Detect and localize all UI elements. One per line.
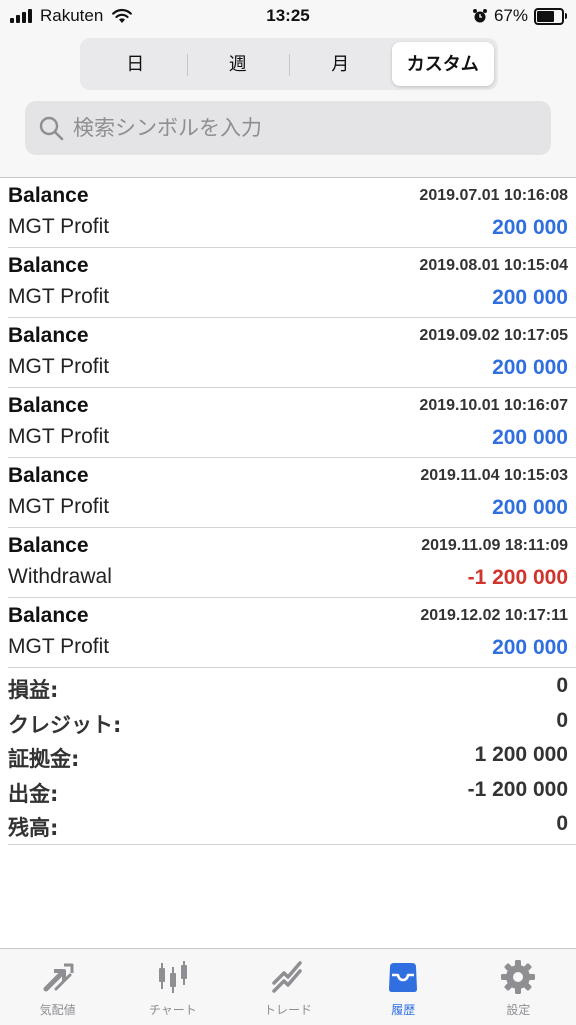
tab-trade[interactable]: トレード: [230, 949, 345, 1025]
gear-icon: [501, 960, 536, 994]
history-inbox-icon: [389, 963, 418, 992]
tab-label: 気配値: [39, 1003, 76, 1017]
deal-amount: 200 000: [492, 216, 568, 239]
summary-label: 損益:: [8, 678, 59, 702]
deal-type: Balance: [8, 324, 89, 347]
deal-type: Balance: [8, 534, 89, 557]
history-header: 日 週 月 カスタム: [0, 34, 576, 178]
period-tab-day[interactable]: 日: [84, 42, 187, 86]
quotes-arrows-icon: [43, 963, 74, 992]
deal-amount: 200 000: [492, 426, 568, 449]
summary-value: 0: [556, 674, 568, 697]
summary-value: -1 200 000: [467, 777, 568, 801]
tab-label: 履歴: [391, 1003, 416, 1017]
summary-value: 1 200 000: [474, 743, 568, 766]
period-tab-week[interactable]: 週: [186, 42, 290, 86]
history-summary: 損益: 0 クレジット: 0 証拠金: 1 200 000 出金: -1 200…: [8, 670, 576, 845]
deal-row[interactable]: Balance 2019.09.02 10:17:05 MGT Profit 2…: [8, 318, 576, 388]
summary-value: 0: [556, 708, 568, 732]
deal-time: 2019.10.01 10:16:07: [419, 397, 568, 414]
tab-quotes[interactable]: 気配値: [0, 949, 115, 1025]
tab-label: トレード: [264, 1003, 313, 1017]
deal-type: Balance: [8, 464, 89, 487]
deal-amount: -1 200 000: [467, 566, 568, 589]
summary-label: クレジット:: [8, 712, 122, 737]
deal-time: 2019.12.02 10:17:11: [420, 607, 568, 624]
trade-trend-icon: [272, 961, 302, 993]
battery-percentage: 67%: [493, 6, 528, 25]
deal-comment: MGT Profit: [8, 355, 110, 378]
battery-icon: [534, 7, 567, 25]
deal-row[interactable]: Balance 2019.11.09 18:11:09 Withdrawal -…: [8, 528, 576, 598]
deal-amount: 200 000: [492, 356, 568, 379]
summary-label: 証拠金:: [8, 747, 80, 771]
status-bar: Rakuten 13:25 67%: [0, 0, 576, 34]
tab-settings[interactable]: 設定: [461, 949, 576, 1025]
deal-amount: 200 000: [492, 636, 568, 659]
deal-comment: MGT Profit: [8, 425, 110, 448]
status-right: 67%: [472, 6, 567, 26]
deal-row[interactable]: Balance 2019.12.02 10:17:11 MGT Profit 2…: [8, 598, 576, 668]
deal-list: Balance 2019.07.01 10:16:08 MGT Profit 2…: [0, 178, 576, 668]
deal-time: 2019.09.02 10:17:05: [419, 327, 568, 344]
summary-row-balance: 残高: 0: [8, 808, 576, 843]
deal-comment: MGT Profit: [8, 285, 110, 308]
deal-comment: Withdrawal: [8, 565, 112, 588]
summary-row-credit: クレジット: 0: [8, 705, 576, 740]
tab-history[interactable]: 履歴: [346, 949, 461, 1025]
tab-chart[interactable]: チャート: [115, 949, 230, 1025]
deal-type: Balance: [8, 604, 89, 627]
deal-comment: MGT Profit: [8, 495, 110, 518]
deal-time: 2019.08.01 10:15:04: [419, 257, 568, 274]
summary-value: 0: [556, 812, 568, 835]
summary-row-profit: 損益: 0: [8, 670, 576, 705]
deal-time: 2019.07.01 10:16:08: [419, 187, 568, 204]
candlestick-chart-icon: [158, 961, 187, 993]
period-tab-month[interactable]: 月: [289, 42, 392, 86]
summary-label: 残高:: [8, 816, 59, 840]
tab-label: チャート: [148, 1003, 197, 1017]
bottom-tab-bar: 気配値 チャート トレード 履歴 設定: [0, 948, 576, 1025]
deal-row[interactable]: Balance 2019.11.04 10:15:03 MGT Profit 2…: [8, 458, 576, 528]
deal-type: Balance: [8, 184, 89, 207]
deal-time: 2019.11.09 18:11:09: [421, 537, 568, 554]
deal-row[interactable]: Balance 2019.08.01 10:15:04 MGT Profit 2…: [8, 248, 576, 318]
summary-row-deposit: 証拠金: 1 200 000: [8, 739, 576, 774]
deal-comment: MGT Profit: [8, 215, 110, 238]
period-tab-custom[interactable]: カスタム: [391, 42, 494, 86]
deal-row[interactable]: Balance 2019.07.01 10:16:08 MGT Profit 2…: [8, 178, 576, 248]
search-input[interactable]: [71, 115, 515, 141]
deal-amount: 200 000: [492, 496, 568, 519]
deal-row[interactable]: Balance 2019.10.01 10:16:07 MGT Profit 2…: [8, 388, 576, 458]
deal-type: Balance: [8, 394, 89, 417]
deal-type: Balance: [8, 254, 89, 277]
search-bar[interactable]: [25, 101, 551, 155]
deal-time: 2019.11.04 10:15:03: [420, 467, 568, 484]
deal-comment: MGT Profit: [8, 635, 110, 658]
search-icon: [39, 116, 64, 141]
tab-label: 設定: [506, 1003, 531, 1017]
summary-row-withdrawal: 出金: -1 200 000: [8, 774, 576, 809]
period-segmented-control: 日 週 月 カスタム: [80, 38, 498, 90]
deal-amount: 200 000: [492, 286, 568, 309]
summary-label: 出金:: [8, 781, 59, 806]
alarm-clock-icon: [472, 9, 487, 23]
